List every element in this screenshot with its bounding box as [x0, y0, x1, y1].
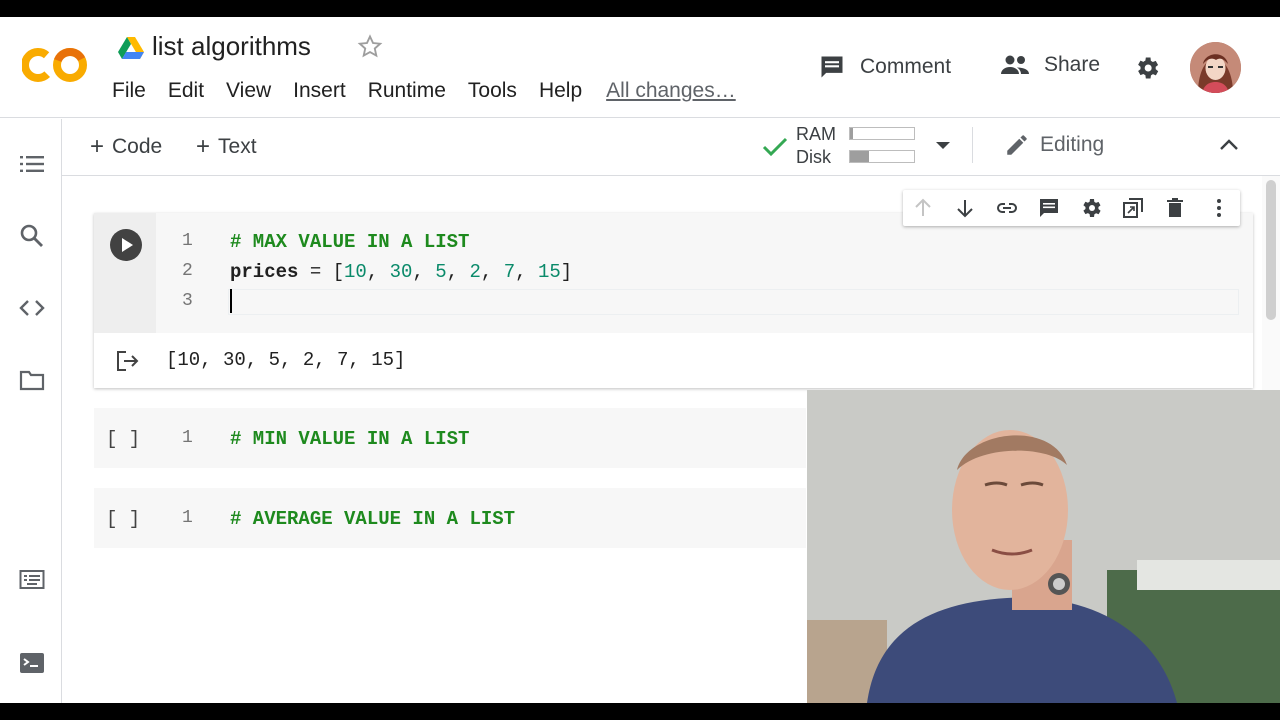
- command-palette-icon[interactable]: [19, 567, 45, 593]
- user-avatar[interactable]: [1190, 42, 1241, 93]
- menu-edit[interactable]: Edit: [168, 79, 204, 103]
- code-number: 30: [389, 261, 413, 283]
- resources-dropdown-icon[interactable]: [936, 142, 950, 149]
- text-cursor: [230, 289, 232, 313]
- code-bracket: ]: [560, 261, 573, 283]
- add-code-label: Code: [112, 135, 163, 158]
- left-sidebar: [0, 119, 62, 703]
- menu-insert[interactable]: Insert: [293, 79, 346, 103]
- link-icon[interactable]: [995, 196, 1019, 220]
- line-number: 1: [182, 231, 193, 251]
- move-down-icon[interactable]: [953, 196, 977, 220]
- menu-tools[interactable]: Tools: [468, 79, 517, 103]
- comment-button[interactable]: Comment: [818, 53, 951, 81]
- code-number: 5: [435, 261, 447, 283]
- cell-gutter: [94, 213, 156, 333]
- table-of-contents-icon[interactable]: [19, 151, 45, 177]
- line-number: 3: [182, 291, 193, 311]
- share-label: Share: [1044, 53, 1101, 76]
- pencil-icon: [1007, 135, 1027, 155]
- toolbar-divider: [972, 127, 973, 163]
- more-vert-icon[interactable]: [1207, 196, 1231, 220]
- line-number: 1: [182, 428, 193, 448]
- code-number: 15: [537, 261, 561, 283]
- comment-label: Comment: [860, 55, 952, 78]
- output-text: [10, 30, 5, 2, 7, 15]: [166, 349, 406, 371]
- add-text-button[interactable]: + Text: [196, 133, 257, 161]
- line-number: 2: [182, 261, 193, 281]
- cell-settings-gear-icon[interactable]: [1079, 196, 1103, 220]
- colab-logo[interactable]: [22, 45, 88, 85]
- code-number: 7: [503, 261, 516, 283]
- save-status-link[interactable]: All changes…: [606, 79, 736, 103]
- code-comment: # MIN VALUE IN A LIST: [230, 428, 470, 450]
- webcam-overlay: [807, 390, 1280, 703]
- code-number: 10: [344, 261, 367, 283]
- menu-help[interactable]: Help: [539, 79, 582, 103]
- delete-icon[interactable]: [1163, 196, 1187, 220]
- ram-label: RAM: [796, 124, 836, 144]
- comment-icon[interactable]: [1037, 196, 1061, 220]
- code-cell-average[interactable]: [ ] 1 # AVERAGE VALUE IN A LIST: [94, 488, 806, 548]
- run-cell-bracket[interactable]: [ ]: [106, 428, 140, 450]
- editing-label: Editing: [1040, 133, 1105, 156]
- code-cell-max[interactable]: 1 2 3 # MAX VALUE IN A LIST prices = [10…: [94, 213, 1253, 388]
- cell-output: [10, 30, 5, 2, 7, 15]: [94, 333, 1253, 388]
- presenter-video: [807, 390, 1280, 703]
- run-cell-icon[interactable]: [110, 229, 142, 261]
- chevron-up-icon[interactable]: [1218, 137, 1240, 153]
- code-cell-min[interactable]: [ ] 1 # MIN VALUE IN A LIST: [94, 408, 806, 468]
- disk-usage-bar[interactable]: [849, 150, 915, 163]
- comment-icon: [821, 56, 843, 78]
- cell-action-toolbar: [903, 190, 1240, 226]
- people-icon: [1001, 55, 1029, 74]
- star-icon[interactable]: [356, 33, 384, 61]
- drive-icon[interactable]: [118, 37, 144, 59]
- code-comment: # MAX VALUE IN A LIST: [230, 231, 470, 253]
- code-comment: # AVERAGE VALUE IN A LIST: [230, 508, 516, 530]
- run-cell-bracket[interactable]: [ ]: [106, 508, 140, 530]
- notebook-title[interactable]: list algorithms: [152, 31, 311, 62]
- ram-usage-bar[interactable]: [849, 127, 915, 140]
- settings-gear-icon[interactable]: [1133, 54, 1161, 82]
- plus-icon: +: [196, 133, 211, 160]
- folder-icon[interactable]: [19, 367, 45, 393]
- connected-check-icon: [762, 137, 788, 157]
- terminal-icon[interactable]: [19, 650, 45, 676]
- code-operator: = [: [298, 261, 345, 283]
- code-line-prices: prices = [10, 30, 5, 2, 7, 15]: [230, 261, 573, 283]
- code-snippets-icon[interactable]: [19, 295, 45, 321]
- current-line-highlight: [228, 289, 1239, 315]
- add-code-button[interactable]: + Code: [90, 133, 162, 161]
- menu-runtime[interactable]: Runtime: [368, 79, 446, 103]
- search-icon[interactable]: [19, 223, 45, 249]
- output-clear-icon[interactable]: [116, 350, 140, 372]
- menu-file[interactable]: File: [112, 79, 146, 103]
- colab-window: list algorithms File Edit View Insert Ru…: [0, 17, 1280, 703]
- line-number: 1: [182, 508, 193, 528]
- menu-bar: File Edit View Insert Runtime Tools Help…: [112, 79, 758, 103]
- code-number: 2: [469, 261, 481, 283]
- mirror-cell-icon[interactable]: [1121, 196, 1145, 220]
- code-identifier: prices: [230, 261, 299, 283]
- disk-label: Disk: [796, 147, 831, 167]
- scroll-thumb[interactable]: [1266, 180, 1276, 320]
- header: list algorithms File Edit View Insert Ru…: [0, 17, 1280, 118]
- plus-icon: +: [90, 133, 105, 160]
- editing-mode-button[interactable]: Editing: [1004, 132, 1104, 158]
- share-button[interactable]: Share: [1000, 53, 1100, 77]
- move-up-icon[interactable]: [911, 196, 935, 220]
- add-text-label: Text: [218, 135, 257, 158]
- menu-view[interactable]: View: [226, 79, 271, 103]
